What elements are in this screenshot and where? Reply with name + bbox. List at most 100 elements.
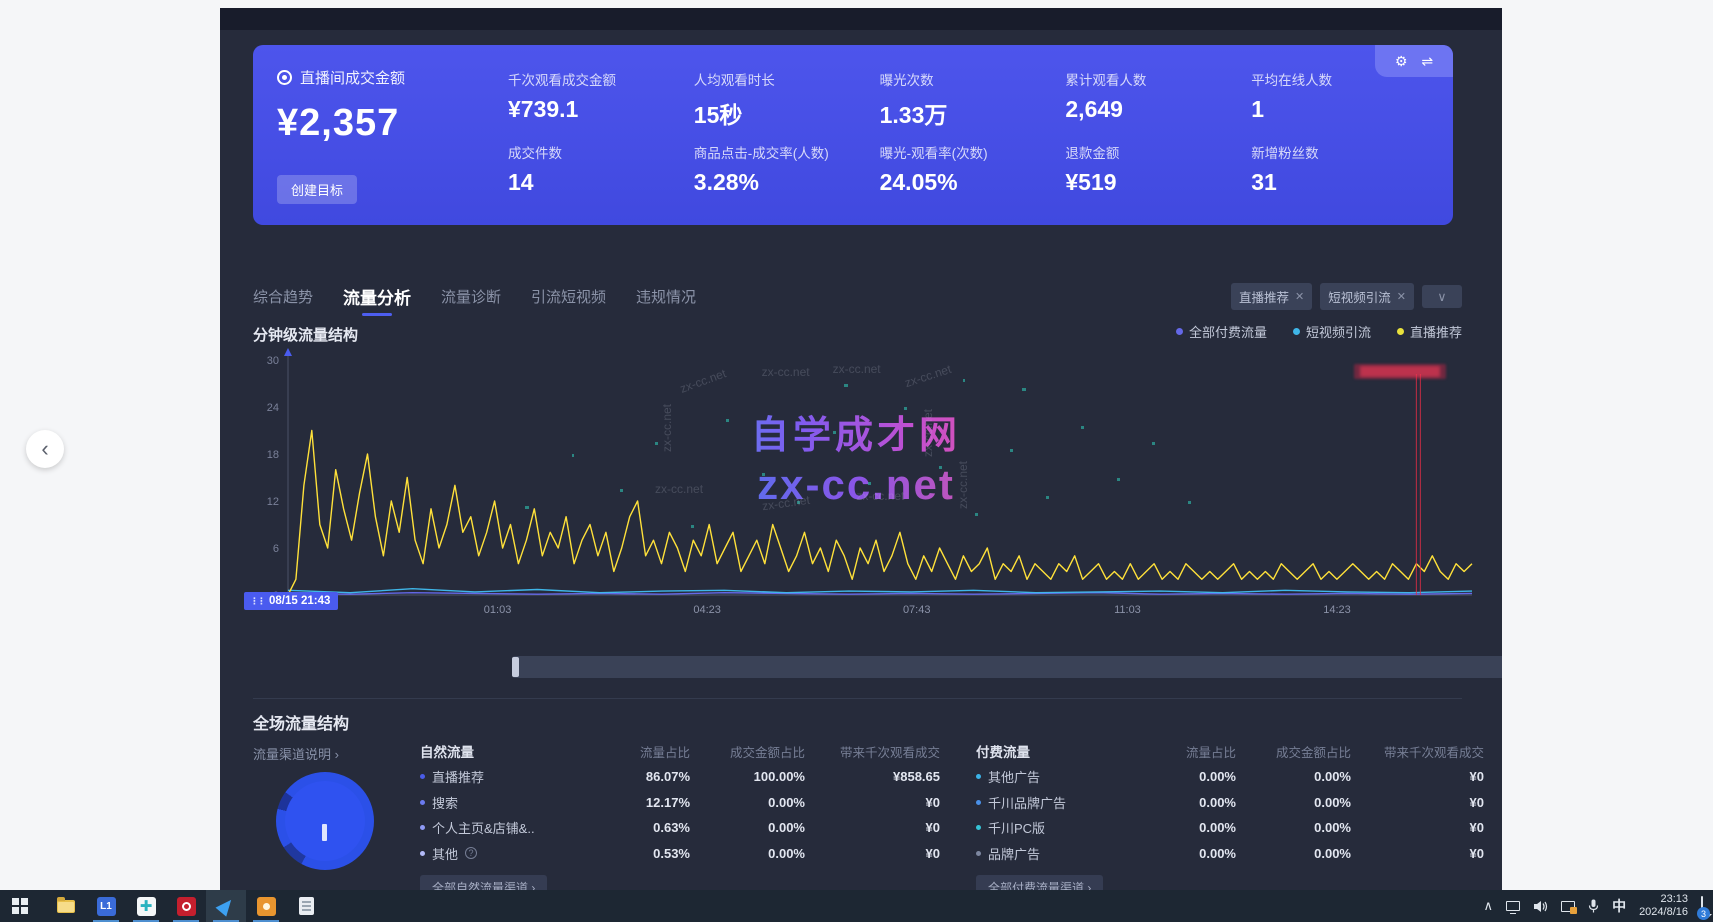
column-header: 带来千次观看成交 (1351, 742, 1484, 761)
channel-dot (976, 851, 981, 856)
info-icon[interactable]: ? (465, 847, 477, 859)
row-label: 直播推荐 (420, 767, 590, 786)
legend-item[interactable]: 直播推荐 (1397, 322, 1462, 341)
primary-metric-value: ¥2,357 (277, 102, 507, 145)
row-value: 0.00% (690, 846, 805, 861)
column-header: 流量占比 (1136, 742, 1236, 761)
taskbar-clock[interactable]: 23:13 2024/8/16 (1639, 893, 1688, 919)
microphone-icon[interactable] (1588, 899, 1599, 913)
ime-indicator[interactable]: 中 (1612, 896, 1626, 916)
back-button[interactable]: ‹ (26, 430, 64, 468)
taskbar-file-explorer[interactable] (46, 890, 86, 922)
channel-name: 个人主页&店铺&.. (432, 818, 535, 837)
svg-text:24: 24 (267, 402, 279, 414)
primary-metric: 直播间成交金额 ¥2,357 创建目标 (277, 67, 507, 207)
channel-note-link[interactable]: 流量渠道说明 › (253, 744, 339, 763)
taskbar-app-l1[interactable]: L1 (86, 890, 126, 922)
metric-label: 曝光-观看率(次数) (880, 142, 1056, 162)
notepad-icon (299, 897, 314, 915)
tab-流量分析[interactable]: 流量分析 (343, 284, 411, 309)
legend-label: 短视频引流 (1306, 322, 1371, 341)
column-header: 成交金额占比 (1236, 742, 1351, 761)
filter-dropdown[interactable]: ∨ (1422, 285, 1462, 308)
tab-综合趋势[interactable]: 综合趋势 (253, 286, 313, 307)
decor-speck (939, 466, 942, 469)
taskbar-app-pointer[interactable] (206, 890, 246, 922)
decor-speck (833, 431, 836, 434)
taskbar-app-cross[interactable]: ✚ (126, 890, 166, 922)
speaker-icon[interactable] (1533, 900, 1548, 913)
legend-item[interactable]: 全部付费流量 (1176, 322, 1267, 341)
channel-name: 千川品牌广告 (988, 793, 1066, 812)
table-row: 个人主页&店铺&..0.63%0.00%¥0 (420, 815, 940, 841)
metric-label: 人均观看时长 (694, 69, 870, 89)
screen-share-icon[interactable] (1561, 901, 1575, 912)
table-row: 其他广告0.00%0.00%¥0 (976, 764, 1484, 790)
svg-text:01:03: 01:03 (484, 604, 512, 616)
red-annotation (1354, 364, 1446, 379)
channel-name: 搜索 (432, 793, 458, 812)
tab-流量诊断[interactable]: 流量诊断 (441, 286, 501, 307)
metric-cell: 曝光-观看率(次数)24.05% (880, 138, 1056, 211)
column-header: 成交金额占比 (690, 742, 805, 761)
close-icon[interactable]: ✕ (1295, 290, 1304, 303)
metric-cell: 累计观看人数2,649 (1065, 65, 1241, 138)
decor-speck (655, 442, 658, 445)
row-label: 千川品牌广告 (976, 793, 1136, 812)
metric-value: 31 (1251, 169, 1427, 196)
traffic-line-chart: 061218243001:0304:2307:4311:0314:23 (246, 346, 1492, 646)
svg-text:07:43: 07:43 (903, 604, 931, 616)
tray-chevron-up-icon[interactable]: ∧ (1484, 898, 1494, 914)
legend-dot (1397, 328, 1404, 335)
table-row: 其他? 0.53%0.00%¥0 (420, 841, 940, 867)
table-row: 搜索12.17%0.00%¥0 (420, 790, 940, 816)
tab-引流短视频[interactable]: 引流短视频 (531, 286, 606, 307)
decor-speck (1022, 388, 1026, 391)
svg-text:6: 6 (273, 543, 279, 555)
close-icon[interactable]: ✕ (1397, 290, 1406, 303)
taskbar-notepad[interactable] (286, 890, 326, 922)
row-value: 0.63% (590, 820, 690, 835)
filter-chip[interactable]: 直播推荐✕ (1231, 283, 1312, 310)
row-value: ¥0 (805, 846, 940, 861)
table-footer-link[interactable]: 全部付费流量渠道 › (976, 875, 1103, 890)
data-zoom-slider[interactable] (512, 656, 1502, 678)
cross-app-icon: ✚ (137, 897, 156, 916)
metric-cell: 千次观看成交金额¥739.1 (508, 65, 684, 138)
channel-name: 其他 (432, 844, 458, 863)
legend-item[interactable]: 短视频引流 (1293, 322, 1371, 341)
row-value: 0.00% (1136, 769, 1236, 784)
windows-logo-icon (12, 898, 28, 914)
metric-cell: 新增粉丝数31 (1251, 138, 1427, 211)
table-row: 品牌广告0.00%0.00%¥0 (976, 841, 1484, 867)
divider (253, 698, 1462, 699)
primary-metric-label: 直播间成交金额 (300, 67, 405, 88)
taskbar-app-orange[interactable] (246, 890, 286, 922)
windows-taskbar: L1 ✚ ∧ 中 23:13 2024/8/16 3 (0, 890, 1713, 922)
row-value: ¥0 (805, 795, 940, 810)
axis-start-chip[interactable]: ⋮⋮ 08/15 21:43 (244, 592, 338, 610)
metric-cell: 商品点击-成交率(人数)3.28% (694, 138, 870, 211)
row-value: 0.00% (690, 820, 805, 835)
metric-cell: 成交件数14 (508, 138, 684, 211)
table-footer-link[interactable]: 全部自然流量渠道 › (420, 875, 547, 890)
metric-value: 1 (1251, 96, 1427, 123)
row-value: 0.00% (1236, 795, 1351, 810)
traffic-donut-chart (276, 772, 374, 870)
metric-label: 退款金额 (1065, 142, 1241, 162)
network-icon[interactable] (1506, 901, 1520, 911)
taskbar-app-o[interactable] (166, 890, 206, 922)
tab-违规情况[interactable]: 违规情况 (636, 286, 696, 307)
table-header: 付费流量流量占比成交金额占比带来千次观看成交 (976, 738, 1484, 764)
create-goal-button[interactable]: 创建目标 (277, 175, 357, 204)
metric-value: 3.28% (694, 169, 870, 196)
donut-label (322, 824, 327, 841)
row-label: 搜索 (420, 793, 590, 812)
row-value: 0.53% (590, 846, 690, 861)
svg-text:11:03: 11:03 (1114, 604, 1141, 616)
filter-chip[interactable]: 短视频引流✕ (1320, 283, 1414, 310)
row-label: 个人主页&店铺&.. (420, 818, 590, 837)
slider-left-handle[interactable] (512, 657, 519, 677)
start-button[interactable] (0, 890, 40, 922)
notification-center[interactable]: 3 (1701, 897, 1703, 915)
